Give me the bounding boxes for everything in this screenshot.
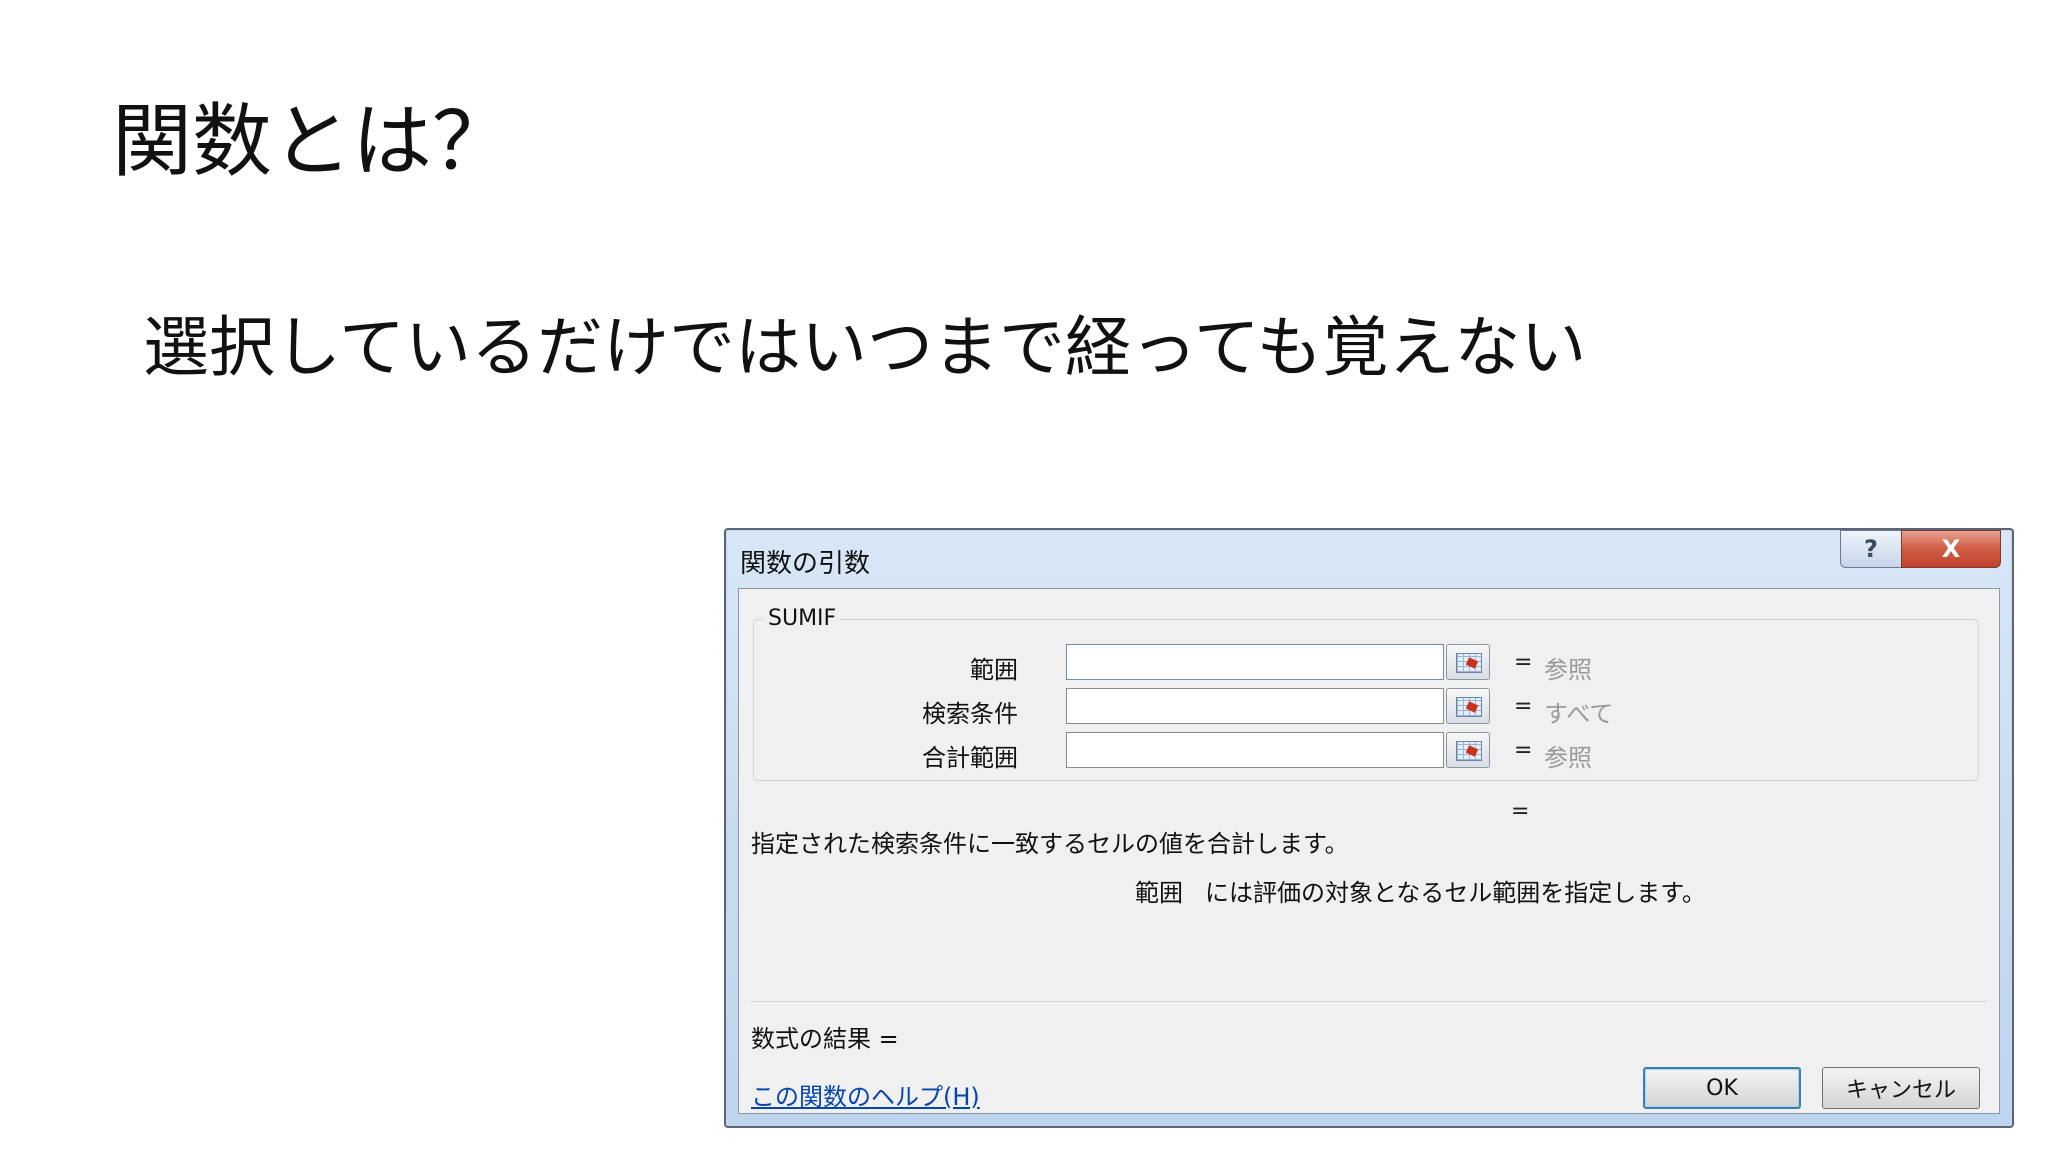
criteria-reference-button[interactable] [1446, 688, 1490, 724]
question-icon: ? [1864, 535, 1878, 563]
argument-description-text: には評価の対象となるセル範囲を指定します。 [1205, 879, 1706, 907]
argument-row-criteria: 検索条件 = すべて [754, 688, 1978, 728]
function-arguments-group: SUMIF 範囲 = 参照 検索条件 = すべて 合計範囲 = 参照 [753, 606, 1979, 781]
function-description: 指定された検索条件に一致するセルの値を合計します。 [751, 830, 1349, 858]
collapse-dialog-icon [1456, 741, 1482, 761]
help-button[interactable]: ? [1840, 530, 1902, 568]
dialog-title: 関数の引数 [740, 549, 871, 579]
dialog-client-area: SUMIF 範囲 = 参照 検索条件 = すべて 合計範囲 = 参照 = 指定さ… [738, 588, 2000, 1114]
collapse-dialog-icon [1456, 653, 1482, 673]
close-icon: X [1941, 535, 1961, 563]
criteria-input[interactable] [1066, 688, 1444, 724]
formula-result: 数式の結果 = [751, 1025, 899, 1053]
slide-title: 関数とは？ [112, 95, 512, 188]
argument-label: 合計範囲 [922, 744, 1018, 772]
equals-sign: = [1514, 650, 1533, 675]
cancel-button[interactable]: キャンセル [1822, 1067, 1980, 1109]
collapse-dialog-icon [1456, 697, 1482, 717]
argument-row-range: 範囲 = 参照 [754, 644, 1978, 684]
sum-range-input[interactable] [1066, 732, 1444, 768]
argument-label: 検索条件 [922, 700, 1018, 728]
argument-label: 範囲 [970, 656, 1018, 684]
argument-result-hint: すべて [1544, 700, 1614, 728]
dialog-titlebar[interactable]: 関数の引数 ? X [726, 530, 2012, 588]
equals-sign: = [1514, 694, 1533, 719]
function-result-equals: = [1511, 799, 1530, 824]
range-reference-button[interactable] [1446, 644, 1490, 680]
argument-description: 範囲 には評価の対象となるセル範囲を指定します。 [1135, 873, 1706, 908]
divider [751, 1001, 1987, 1002]
function-arguments-dialog: 関数の引数 ? X SUMIF 範囲 = 参照 検索条件 = すべて 合計範囲 … [724, 528, 2014, 1128]
function-name: SUMIF [764, 606, 841, 631]
function-help-link[interactable]: この関数のヘルプ(H) [751, 1077, 980, 1112]
slide-subtitle: 選択しているだけではいつまで経っても覚えない [143, 309, 1587, 386]
close-button[interactable]: X [1901, 530, 2001, 568]
sum-range-reference-button[interactable] [1446, 732, 1490, 768]
argument-description-name: 範囲 [1135, 879, 1183, 907]
argument-row-sum-range: 合計範囲 = 参照 [754, 732, 1978, 772]
equals-sign: = [1514, 738, 1533, 763]
ok-button[interactable]: OK [1643, 1067, 1801, 1109]
range-input[interactable] [1066, 644, 1444, 680]
argument-result-hint: 参照 [1544, 656, 1592, 684]
argument-result-hint: 参照 [1544, 744, 1592, 772]
